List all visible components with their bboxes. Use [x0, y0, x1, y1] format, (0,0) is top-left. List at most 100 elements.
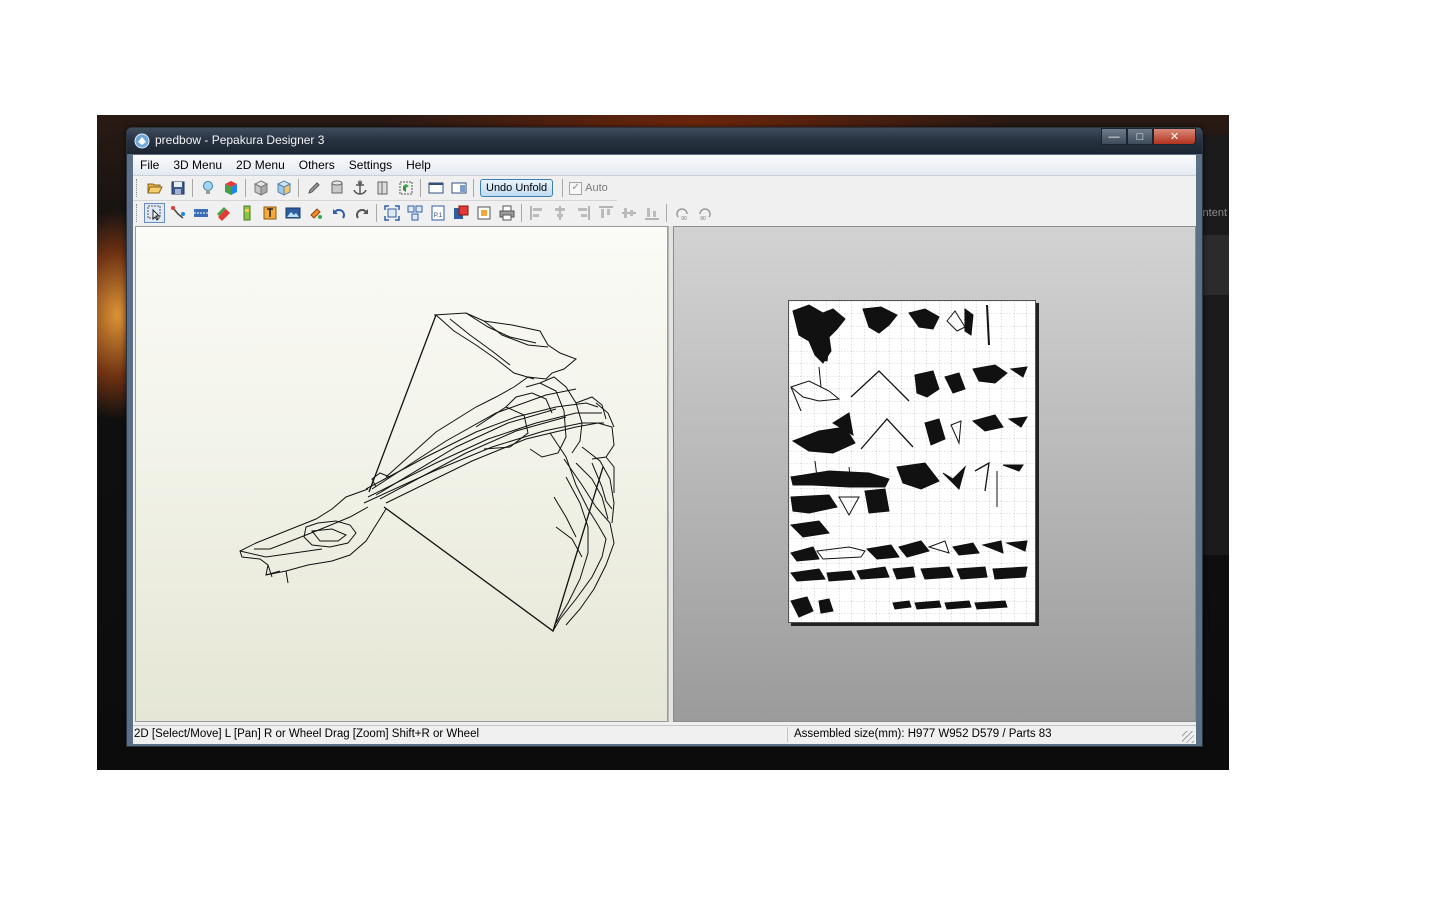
toolbar-grip[interactable] — [136, 179, 140, 197]
two-pane-icon — [451, 182, 466, 194]
fold-line-button[interactable] — [190, 203, 211, 223]
undo-button[interactable] — [328, 203, 349, 223]
page-layout-icon — [453, 205, 468, 219]
background-window-panel — [1199, 235, 1229, 295]
auto-checkbox[interactable]: ✓ Auto — [569, 181, 608, 195]
select-tool-button[interactable] — [144, 203, 165, 223]
texture-cube-icon — [276, 180, 291, 196]
align-middle-icon — [621, 208, 636, 218]
svg-text:P.1: P.1 — [433, 213, 442, 219]
align-center-button[interactable] — [549, 203, 570, 223]
light-button[interactable] — [197, 178, 218, 198]
3d-view-pane[interactable] — [135, 226, 668, 722]
toolbar-separator — [521, 204, 522, 222]
toolbar-separator — [298, 179, 299, 197]
align-left-icon — [530, 206, 542, 220]
paint-icon — [309, 208, 322, 219]
save-button[interactable] — [167, 178, 188, 198]
lightbulb-icon — [202, 181, 213, 194]
rotate-left-90-icon: 90 — [675, 208, 688, 221]
toolbar-separator — [192, 179, 193, 197]
menu-3d[interactable]: 3D Menu — [166, 155, 229, 175]
close-icon: ✕ — [1169, 131, 1180, 143]
menu-help[interactable]: Help — [399, 155, 438, 175]
menu-bar: File 3D Menu 2D Menu Others Settings Hel… — [133, 155, 1196, 176]
3d-model-wireframe — [239, 312, 615, 633]
menu-2d[interactable]: 2D Menu — [229, 155, 292, 175]
toolbar-separator — [420, 179, 421, 197]
close-button[interactable]: ✕ — [1153, 128, 1196, 145]
unfold-icon — [399, 181, 412, 195]
2d-toolbar: P.1 90 90 — [133, 201, 716, 225]
anchor-icon — [352, 180, 367, 195]
color-cube-button[interactable] — [220, 178, 241, 198]
toolbar-separator — [666, 204, 667, 222]
maximize-button[interactable]: □ — [1127, 128, 1153, 145]
resize-grip-icon[interactable] — [1182, 731, 1194, 743]
open-button[interactable] — [144, 178, 165, 198]
redo-icon — [355, 209, 368, 219]
align-left-button[interactable] — [526, 203, 547, 223]
text-button[interactable] — [259, 203, 280, 223]
paper-sheet — [788, 300, 1036, 623]
split-button[interactable] — [372, 178, 393, 198]
unfold-button[interactable] — [395, 178, 416, 198]
rotate-left-button[interactable]: 90 — [671, 203, 692, 223]
print-page-button[interactable]: P.1 — [427, 203, 448, 223]
2d-view-pane[interactable] — [673, 226, 1196, 722]
image-icon — [285, 207, 300, 219]
texture-cube-button[interactable] — [273, 178, 294, 198]
status-assembled-size: Assembled size(mm): H977 W952 D579 / Par… — [794, 728, 1052, 740]
select-icon — [147, 205, 160, 221]
pencil-icon — [307, 182, 320, 194]
menu-others[interactable]: Others — [292, 155, 342, 175]
menu-file[interactable]: File — [133, 155, 166, 175]
main-toolbar: Undo Unfold ✓ Auto — [133, 176, 617, 201]
print-button[interactable] — [496, 203, 517, 223]
join-edge-button[interactable] — [167, 203, 188, 223]
page-setup-button[interactable] — [473, 203, 494, 223]
toolbar-separator — [376, 204, 377, 222]
align-right-icon — [577, 206, 589, 220]
redo-button[interactable] — [351, 203, 372, 223]
toolbar-grip[interactable] — [136, 204, 140, 222]
split-icon — [377, 181, 387, 195]
view-split-button[interactable] — [448, 178, 469, 198]
auto-checkbox-label: Auto — [585, 182, 608, 194]
align-bottom-button[interactable] — [641, 203, 662, 223]
unfolded-parts-layout — [789, 301, 1035, 622]
align-center-icon — [554, 206, 565, 220]
toolbar-separator — [245, 179, 246, 197]
edit-button[interactable] — [303, 178, 324, 198]
paint-button[interactable] — [305, 203, 326, 223]
align-middle-button[interactable] — [618, 203, 639, 223]
print-icon — [499, 205, 514, 221]
minimize-button[interactable]: — — [1101, 128, 1127, 145]
anchor-button[interactable] — [349, 178, 370, 198]
checkmark-icon: ✓ — [569, 181, 583, 195]
align-top-button[interactable] — [595, 203, 616, 223]
arrange-button[interactable] — [404, 203, 425, 223]
flap-button[interactable] — [236, 203, 257, 223]
status-bar: 2D [Select/Move] L [Pan] R or Wheel Drag… — [133, 725, 1196, 744]
page-layout-button[interactable] — [450, 203, 471, 223]
align-right-button[interactable] — [572, 203, 593, 223]
layers-button[interactable] — [213, 203, 234, 223]
image-button[interactable] — [282, 203, 303, 223]
text-icon — [263, 206, 276, 220]
svg-text:90: 90 — [681, 216, 687, 221]
rotate-right-button[interactable]: 90 — [694, 203, 715, 223]
menu-settings[interactable]: Settings — [342, 155, 399, 175]
title-bar[interactable]: predbow - Pepakura Designer 3 — □ ✕ — [127, 128, 1202, 154]
wireframe-cube-button[interactable] — [250, 178, 271, 198]
cylinder-button[interactable] — [326, 178, 347, 198]
single-pane-icon — [428, 182, 443, 194]
cylinder-icon — [331, 180, 342, 194]
app-icon[interactable] — [134, 133, 150, 149]
cube-icon — [253, 180, 268, 196]
undo-unfold-button[interactable]: Undo Unfold — [480, 179, 554, 197]
maximize-icon: □ — [1136, 130, 1144, 143]
zoom-fit-button[interactable] — [381, 203, 402, 223]
view-single-button[interactable] — [425, 178, 446, 198]
minimize-icon: — — [1108, 130, 1120, 143]
